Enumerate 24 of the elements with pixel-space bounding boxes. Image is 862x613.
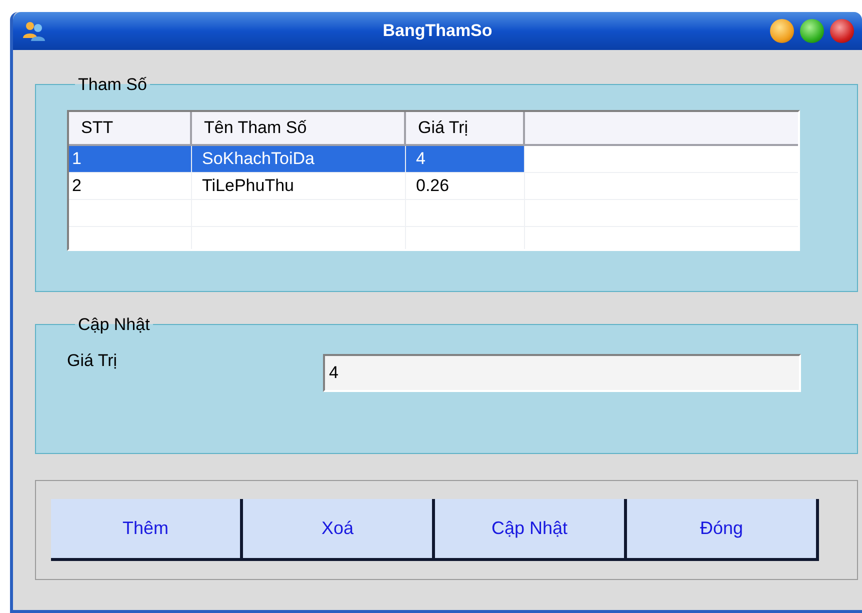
- field-label: Giá Trị: [67, 350, 118, 372]
- table-cell: 0.26: [406, 172, 525, 198]
- column-header[interactable]: Tên Tham Số: [192, 112, 406, 144]
- table-row[interactable]: 2 TiLePhuThu 0.26: [69, 172, 798, 200]
- maximize-button[interactable]: [800, 19, 824, 43]
- value-field[interactable]: 4: [323, 354, 801, 392]
- table-cell: 1: [69, 146, 192, 172]
- column-header[interactable]: Giá Trị: [406, 112, 525, 144]
- window-title: BangThamSo: [382, 20, 492, 42]
- group-title: Cập Nhật: [77, 314, 151, 336]
- action-button[interactable]: Xoá: [243, 499, 435, 561]
- group-title: Tham Số: [77, 74, 148, 96]
- action-button[interactable]: Thêm: [51, 499, 243, 561]
- table-cell: TiLePhuThu: [192, 172, 406, 198]
- action-button[interactable]: Đóng: [627, 499, 819, 561]
- minimize-button[interactable]: [770, 19, 794, 43]
- table-cell: 2: [69, 172, 192, 198]
- users-icon: [21, 20, 47, 42]
- close-button[interactable]: [830, 19, 854, 43]
- table-row[interactable]: 1 SoKhachToiDa 4: [69, 146, 798, 172]
- column-header[interactable]: STT: [69, 112, 192, 144]
- table-cell: 4: [406, 146, 525, 172]
- table-cell: SoKhachToiDa: [192, 146, 406, 172]
- action-button[interactable]: Cập Nhật: [435, 499, 627, 561]
